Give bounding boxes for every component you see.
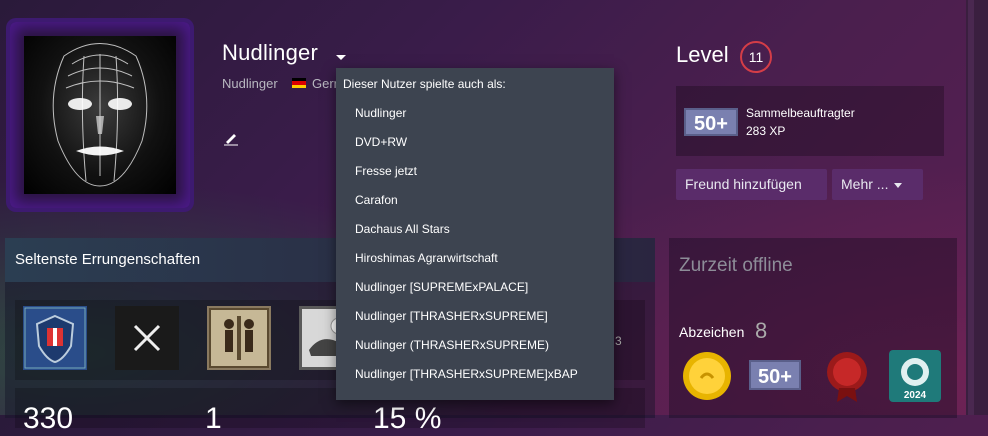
more-button[interactable]: Mehr ... <box>832 169 923 200</box>
featured-badge-card[interactable]: 50+ Sammelbeauftragter 283 XP <box>676 86 944 156</box>
mask-face-image <box>52 43 148 187</box>
germany-flag-icon <box>292 78 306 88</box>
add-friend-button[interactable]: Freund hinzufügen <box>676 169 827 200</box>
status-panel: Zurzeit offline Abzeichen 8 50+ 2024 <box>669 238 957 418</box>
panel-title[interactable]: Seltenste Errungenschaften <box>15 251 200 268</box>
completion-rate: 15 % <box>373 402 442 435</box>
persona-name[interactable]: Nudlinger <box>222 40 318 66</box>
perfect-games: 1 <box>205 402 222 435</box>
achievement-soldiers-icon[interactable] <box>207 306 271 370</box>
fifty-plus-badge-icon: 50+ <box>684 104 738 140</box>
badge-name: Sammelbeauftragter <box>746 106 855 120</box>
alias-dropdown-caret-icon[interactable] <box>336 55 346 60</box>
scrollbar-thumb[interactable] <box>968 0 974 415</box>
alias-item[interactable]: Carafon <box>355 193 398 207</box>
steam-2024-badge-icon[interactable]: 2024 <box>887 348 943 404</box>
avatar[interactable] <box>24 36 176 194</box>
achievement-partial-text: 3 <box>615 334 622 348</box>
alias-item[interactable]: Nudlinger [THRASHERxSUPREME]xBAP <box>355 367 578 381</box>
alias-item[interactable]: Nudlinger (THRASHERxSUPREME) <box>355 338 549 352</box>
alias-item[interactable]: Dachaus All Stars <box>355 222 450 236</box>
online-status: Zurzeit offline <box>679 255 793 276</box>
alias-item[interactable]: Nudlinger <box>355 106 406 120</box>
badges-count[interactable]: 8 <box>755 318 767 344</box>
edit-pencil-icon[interactable] <box>223 130 239 146</box>
add-friend-label: Freund hinzufügen <box>685 176 802 192</box>
chevron-down-icon <box>894 182 903 188</box>
achievements-total: 330 <box>23 402 74 435</box>
aliases-dropdown-menu: Dieser Nutzer spielte auch als: Nudlinge… <box>336 68 614 400</box>
alias-item[interactable]: Fresse jetzt <box>355 164 417 178</box>
country-name: Gerr <box>312 76 338 91</box>
gold-coin-badge-icon[interactable] <box>679 348 735 404</box>
real-name: Nudlinger <box>222 76 278 91</box>
red-seal-badge-icon[interactable] <box>819 348 875 404</box>
fifty-plus-badge-icon[interactable]: 50+ <box>747 348 803 404</box>
scrollbar-track[interactable] <box>966 0 988 415</box>
badge-50-text: 50+ <box>694 113 728 135</box>
level-badge: 11 <box>740 41 772 73</box>
badge-year-text: 2024 <box>904 390 927 401</box>
alias-item[interactable]: Nudlinger [SUPREMExPALACE] <box>355 280 528 294</box>
badge-xp: 283 XP <box>746 124 786 138</box>
achievement-nba-shield-icon[interactable] <box>23 306 87 370</box>
alias-item[interactable]: Nudlinger [THRASHERxSUPREME] <box>355 309 548 323</box>
aliases-menu-title: Dieser Nutzer spielte auch als: <box>343 77 506 91</box>
achievement-x-icon[interactable] <box>115 306 179 370</box>
badges-link[interactable]: Abzeichen <box>679 324 744 340</box>
level-label: Level <box>676 42 729 67</box>
alias-item[interactable]: Hiroshimas Agrarwirtschaft <box>355 251 498 265</box>
badge-50-text: 50+ <box>758 366 792 388</box>
alias-item[interactable]: DVD+RW <box>355 135 407 149</box>
avatar-frame <box>10 22 190 208</box>
more-label: Mehr ... <box>841 176 889 192</box>
